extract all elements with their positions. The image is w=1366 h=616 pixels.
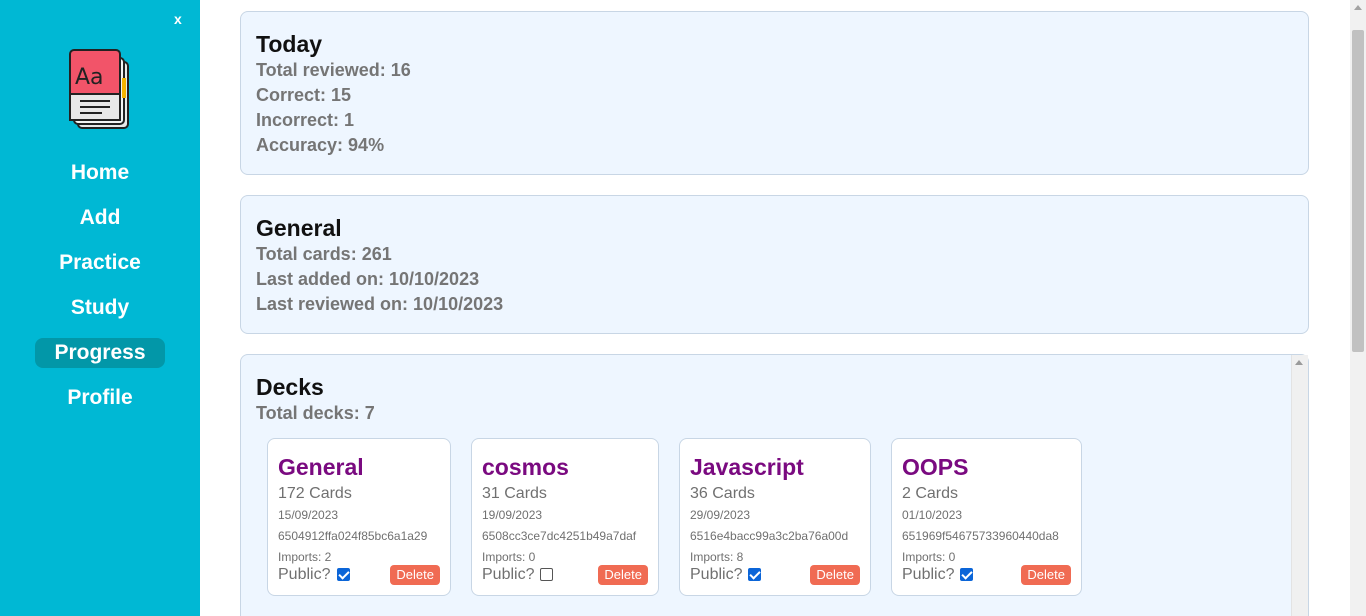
deck-title[interactable]: OOPS [902,453,1071,481]
total-decks: Total decks: 7 [256,403,375,423]
deck-title[interactable]: cosmos [482,453,648,481]
sidebar-item-profile[interactable]: Profile [35,383,165,413]
scrollbar-thumb[interactable] [1352,30,1364,352]
sidebar-item-add[interactable]: Add [35,203,165,233]
decks-title: Decks [256,374,324,400]
deck-id: 6508cc3ce7dc4251b49a7daf [482,529,637,543]
public-checkbox[interactable] [960,568,973,581]
total-cards: Total cards: 261 [256,244,392,264]
deck-card-count: 36 Cards [690,485,755,502]
sidebar: x Aa Home Add Practice Study Progress Pr… [0,0,200,616]
deck-date: 01/10/2023 [902,508,963,522]
public-checkbox[interactable] [337,568,350,581]
decks-card: Decks Total decks: 7 General 172 Cards 1… [240,354,1309,616]
last-added: Last added on: 10/10/2023 [256,269,480,289]
general-card: General Total cards: 261 Last added on: … [240,195,1309,334]
deck-footer: Public? Delete [902,565,1071,585]
public-label: Public? [482,566,535,583]
svg-text:Aa: Aa [75,65,104,90]
public-label: Public? [690,566,743,583]
deck-id: 651969f54675733960440da8 [902,529,1059,543]
deck-date: 19/09/2023 [482,508,543,522]
sidebar-item-study[interactable]: Study [35,293,165,323]
deck-id: 6516e4bacc99a3c2ba76a00d [690,529,849,543]
book-aa-icon: Aa [68,48,132,132]
general-title: General [256,215,342,241]
deck-card-count: 172 Cards [278,485,352,502]
sidebar-item-progress[interactable]: Progress [35,338,165,368]
public-checkbox[interactable] [540,568,553,581]
correct-count: Correct: 15 [256,85,352,105]
deck-date: 29/09/2023 [690,508,751,522]
deck-card[interactable]: cosmos 31 Cards 19/09/2023 6508cc3ce7dc4… [471,438,659,596]
deck-title[interactable]: Javascript [690,453,860,481]
close-sidebar-button[interactable]: x [174,11,182,27]
deck-card-count: 31 Cards [482,485,547,502]
sidebar-item-practice[interactable]: Practice [35,248,165,278]
sidebar-item-home[interactable]: Home [35,158,165,188]
main-content: Today Total reviewed: 16 Correct: 15 Inc… [200,0,1350,616]
last-reviewed: Last reviewed on: 10/10/2023 [256,294,504,314]
today-card: Today Total reviewed: 16 Correct: 15 Inc… [240,11,1309,175]
page-scrollbar[interactable] [1350,0,1366,616]
delete-button[interactable]: Delete [1021,565,1071,585]
decks-scrollbar[interactable] [1291,355,1308,616]
total-reviewed: Total reviewed: 16 [256,60,411,80]
deck-card-count: 2 Cards [902,485,959,502]
deck-title[interactable]: General [278,453,440,481]
delete-button[interactable]: Delete [598,565,648,585]
public-label: Public? [278,566,331,583]
today-title: Today [256,31,323,57]
deck-footer: Public? Delete [690,565,860,585]
delete-button[interactable]: Delete [810,565,860,585]
delete-button[interactable]: Delete [390,565,440,585]
incorrect-count: Incorrect: 1 [256,110,355,130]
scroll-up-arrow-icon[interactable] [1295,360,1303,365]
public-checkbox[interactable] [748,568,761,581]
deck-footer: Public? Delete [482,565,648,585]
scroll-up-arrow-icon[interactable] [1354,5,1362,10]
deck-card[interactable]: Javascript 36 Cards 29/09/2023 6516e4bac… [679,438,871,596]
accuracy: Accuracy: 94% [256,135,385,155]
deck-card[interactable]: OOPS 2 Cards 01/10/2023 651969f546757339… [891,438,1082,596]
deck-card[interactable]: General 172 Cards 15/09/2023 6504912ffa0… [267,438,451,596]
public-label: Public? [902,566,955,583]
deck-footer: Public? Delete [278,565,440,585]
sidebar-nav: Home Add Practice Study Progress Profile [0,158,200,428]
deck-id: 6504912ffa024f85bc6a1a29 [278,529,428,543]
deck-date: 15/09/2023 [278,508,339,522]
